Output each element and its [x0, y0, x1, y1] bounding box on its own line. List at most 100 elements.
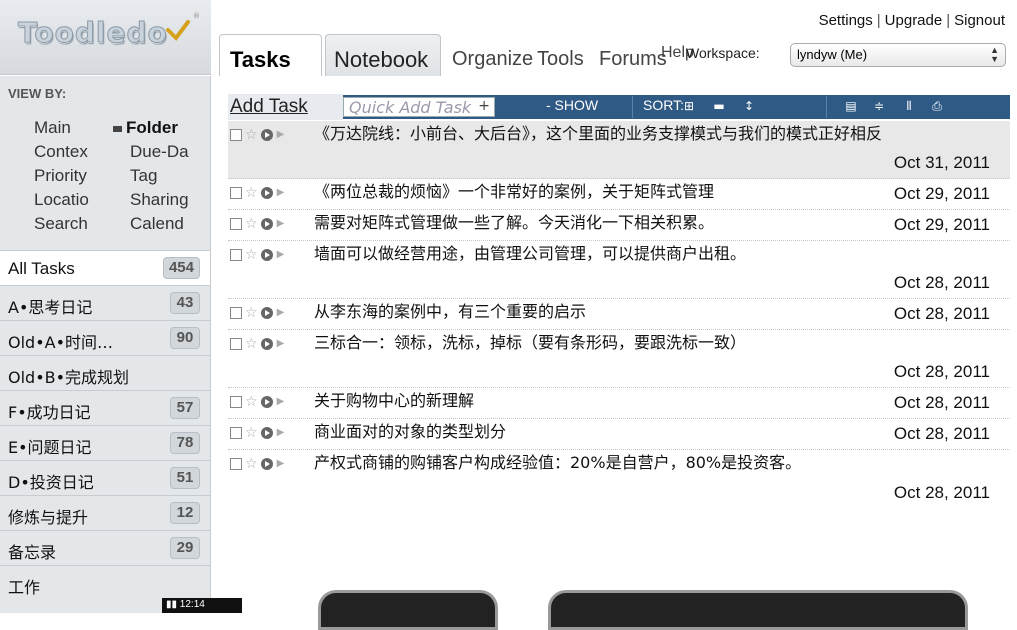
expand-arrow-icon[interactable]: ▶ [277, 122, 285, 148]
viewby-priority[interactable]: Priority [34, 166, 109, 186]
star-icon[interactable]: ☆ [245, 211, 258, 237]
task-due-date[interactable]: Oct 28, 2011 [894, 301, 990, 327]
task-title[interactable]: 《万达院线：小前台、大后台》，这个里面的业务支撑模式与我们的模式正好相反 [314, 124, 882, 143]
tab-tasks[interactable]: Tasks [219, 34, 322, 76]
task-row[interactable]: ☆ ▶ 三标合一：领标，洗标，掉标（要有条形码，要跟洗标一致） Oct 28, 20… [228, 330, 1010, 388]
signout-link[interactable]: Signout [954, 12, 1005, 29]
task-due-date[interactable]: Oct 28, 2011 [894, 421, 990, 447]
folder-item-all-tasks[interactable]: All Tasks 454 [0, 250, 210, 285]
star-icon[interactable]: ☆ [245, 242, 258, 268]
checkbox[interactable] [230, 248, 242, 261]
viewby-duedate[interactable]: Due-Da [130, 142, 203, 162]
show-button[interactable]: - SHOW [546, 97, 598, 113]
print-icon[interactable]: ⎙ [930, 99, 944, 113]
expand-arrow-icon[interactable]: ▶ [277, 180, 285, 206]
play-circle-icon[interactable] [260, 306, 273, 319]
task-due-date[interactable]: Oct 28, 2011 [894, 390, 990, 416]
sort-date-icon[interactable]: ⊞ [682, 99, 696, 113]
play-circle-icon[interactable] [260, 457, 273, 470]
task-title[interactable]: 关于购物中心的新理解 [314, 391, 474, 410]
checkbox[interactable] [230, 217, 242, 230]
star-icon[interactable]: ☆ [245, 122, 258, 148]
notes-icon[interactable]: ▤ [844, 99, 858, 113]
star-icon[interactable]: ☆ [245, 389, 258, 415]
task-due-date[interactable]: Oct 28, 2011 [894, 270, 990, 296]
folder-item[interactable]: E•问题日记 78 [0, 425, 210, 460]
folder-item[interactable]: 修炼与提升 12 [0, 495, 210, 530]
task-row[interactable]: ☆ ▶ 关于购物中心的新理解 Oct 28, 2011 [228, 388, 1010, 419]
viewby-calendar[interactable]: Calend [130, 214, 203, 234]
star-icon[interactable]: ☆ [245, 300, 258, 326]
expand-arrow-icon[interactable]: ▶ [277, 331, 285, 357]
sort-priority-icon[interactable]: ↕ [742, 99, 756, 113]
expand-icon[interactable]: ≑ [872, 99, 886, 113]
task-due-date[interactable]: Oct 28, 2011 [894, 480, 990, 506]
star-icon[interactable]: ☆ [245, 180, 258, 206]
checkbox[interactable] [230, 128, 242, 141]
play-circle-icon[interactable] [260, 128, 273, 141]
checkbox[interactable] [230, 186, 242, 199]
viewby-context[interactable]: Contex [34, 142, 109, 162]
task-row[interactable]: ☆ ▶ 需要对矩阵式管理做一些了解。今天消化一下相关积累。 Oct 29, 2011 [228, 210, 1010, 241]
task-due-date[interactable]: Oct 29, 2011 [894, 212, 990, 238]
tab-tools[interactable]: Tools [537, 48, 584, 71]
quick-add-input[interactable]: Quick Add Task + [343, 97, 495, 117]
expand-arrow-icon[interactable]: ▶ [277, 420, 285, 446]
folder-item[interactable]: F•成功日记 57 [0, 390, 210, 425]
play-circle-icon[interactable] [260, 248, 273, 261]
folder-item[interactable]: 工作 [0, 565, 210, 600]
task-row[interactable]: ☆ ▶ 《万达院线：小前台、大后台》，这个里面的业务支撑模式与我们的模式正好相反 O… [228, 121, 1010, 179]
expand-arrow-icon[interactable]: ▶ [277, 389, 285, 415]
play-circle-icon[interactable] [260, 217, 273, 230]
checkbox[interactable] [230, 426, 242, 439]
task-row[interactable]: ☆ ▶ 商业面对的对象的类型划分 Oct 28, 2011 [228, 419, 1010, 450]
expand-arrow-icon[interactable]: ▶ [277, 300, 285, 326]
task-row[interactable]: ☆ ▶ 产权式商铺的购铺客户构成经验值：20%是自营户，80%是投资客。 Oct 2… [228, 450, 1010, 508]
checkbox[interactable] [230, 337, 242, 350]
task-title[interactable]: 从李东海的案例中，有三个重要的启示 [314, 302, 586, 321]
expand-arrow-icon[interactable]: ▶ [277, 242, 285, 268]
folder-item[interactable]: 备忘录 29 [0, 530, 210, 565]
plus-icon[interactable]: + [478, 98, 490, 114]
task-title[interactable]: 商业面对的对象的类型划分 [314, 422, 506, 441]
folder-item[interactable]: Old•B•完成规划 [0, 355, 210, 390]
task-title[interactable]: 三标合一：领标，洗标，掉标（要有条形码，要跟洗标一致） [314, 333, 746, 352]
task-title[interactable]: 产权式商铺的购铺客户构成经验值：20%是自营户，80%是投资客。 [314, 453, 801, 472]
checkbox[interactable] [230, 395, 242, 408]
play-circle-icon[interactable] [260, 337, 273, 350]
task-due-date[interactable]: Oct 29, 2011 [894, 181, 990, 207]
expand-arrow-icon[interactable]: ▶ [277, 451, 285, 477]
viewby-sharing[interactable]: Sharing [130, 190, 203, 210]
star-icon[interactable]: ☆ [245, 451, 258, 477]
folder-item[interactable]: Old•A•时间… 90 [0, 320, 210, 355]
folder-item[interactable]: D•投资日记 51 [0, 460, 210, 495]
expand-arrow-icon[interactable]: ▶ [277, 211, 285, 237]
tab-forums[interactable]: Forums [599, 48, 667, 71]
sort-folder-icon[interactable]: ▬ [712, 99, 726, 113]
task-title[interactable]: 《两位总裁的烦恼》一个非常好的案例，关于矩阵式管理 [314, 182, 714, 201]
play-circle-icon[interactable] [260, 395, 273, 408]
workspace-select[interactable]: lyndyw (Me) ▲ ▼ [790, 43, 1006, 67]
task-due-date[interactable]: Oct 28, 2011 [894, 359, 990, 385]
viewby-location[interactable]: Locatio [34, 190, 109, 210]
columns-icon[interactable]: ⦀ [902, 99, 916, 113]
viewby-search[interactable]: Search [34, 214, 109, 234]
task-title[interactable]: 墙面可以做经营用途，由管理公司管理，可以提供商户出租。 [314, 244, 746, 263]
upgrade-link[interactable]: Upgrade [885, 12, 943, 29]
checkbox[interactable] [230, 457, 242, 470]
folder-item[interactable]: A•思考日记 43 [0, 285, 210, 320]
play-circle-icon[interactable] [260, 426, 273, 439]
checkbox[interactable] [230, 306, 242, 319]
star-icon[interactable]: ☆ [245, 331, 258, 357]
star-icon[interactable]: ☆ [245, 420, 258, 446]
task-due-date[interactable]: Oct 31, 2011 [894, 150, 990, 176]
play-circle-icon[interactable] [260, 186, 273, 199]
task-title[interactable]: 需要对矩阵式管理做一些了解。今天消化一下相关积累。 [314, 213, 714, 232]
viewby-folder[interactable]: Folder [113, 118, 205, 138]
task-row[interactable]: ☆ ▶ 《两位总裁的烦恼》一个非常好的案例，关于矩阵式管理 Oct 29, 2011 [228, 179, 1010, 210]
task-row[interactable]: ☆ ▶ 墙面可以做经营用途，由管理公司管理，可以提供商户出租。 Oct 28, 20… [228, 241, 1010, 299]
tab-organize[interactable]: Organize [452, 48, 533, 71]
add-task-button[interactable]: Add Task [228, 94, 343, 120]
task-row[interactable]: ☆ ▶ 从李东海的案例中，有三个重要的启示 Oct 28, 2011 [228, 299, 1010, 330]
viewby-tag[interactable]: Tag [130, 166, 203, 186]
